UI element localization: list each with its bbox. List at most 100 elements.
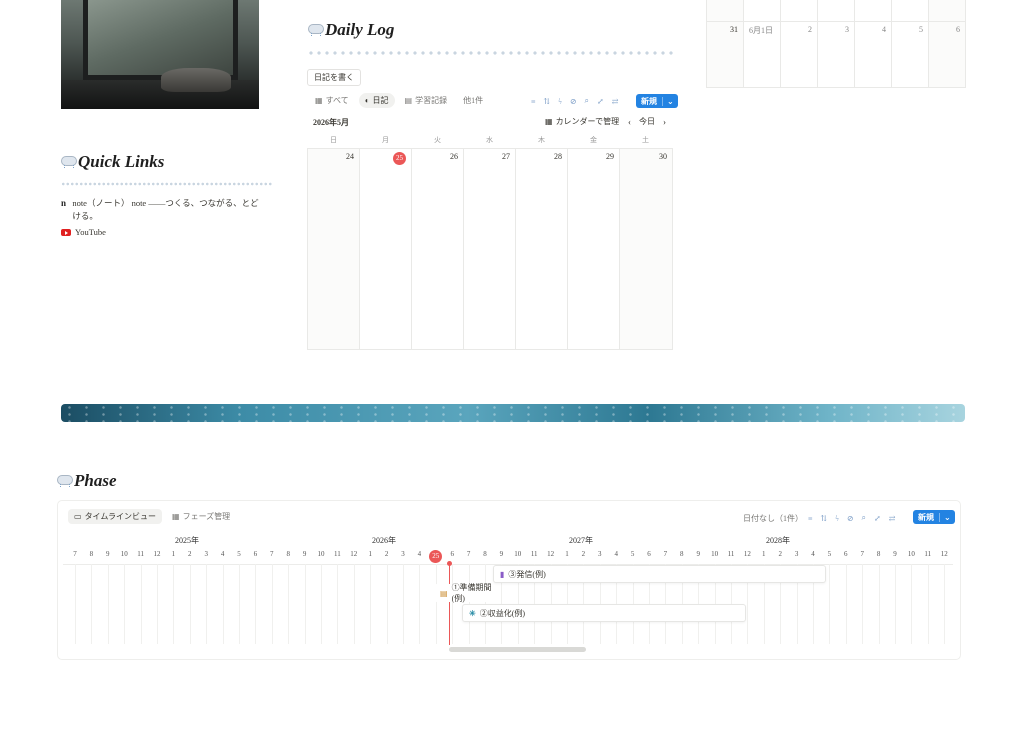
grid-line	[435, 564, 437, 644]
filter-icon[interactable]: ≡	[808, 514, 813, 523]
grid-line	[337, 564, 339, 644]
grid-line	[386, 564, 388, 644]
lightning-icon[interactable]: ϟ	[835, 514, 839, 523]
grid-line	[452, 564, 454, 644]
write-diary-button[interactable]: 日記を書く	[307, 69, 361, 86]
tab-diary[interactable]: ◐ 日記	[358, 93, 395, 108]
calendar-day[interactable]: 3	[818, 22, 855, 88]
settings-icon[interactable]: ⇄	[889, 514, 896, 523]
calendar-day[interactable]: 4	[855, 22, 892, 88]
chevron-right-icon[interactable]: ›	[663, 117, 666, 127]
link-note[interactable]: n note（ノート） note ――つくる、つながる、とどける。	[61, 197, 266, 223]
tab-all[interactable]: ▦ すべて	[309, 93, 355, 108]
month-tick: 10	[514, 550, 522, 558]
calendar-day[interactable]: 24	[308, 149, 360, 350]
month-tick: 1	[368, 550, 372, 558]
grid-line	[255, 564, 257, 644]
month-tick: 4	[614, 550, 618, 558]
month-tick: 1	[565, 550, 569, 558]
grid-line	[107, 564, 109, 644]
timeline-bar[interactable]: ▮ ③発信(例)	[493, 565, 826, 583]
calendar-day-today[interactable]: 25	[360, 149, 412, 350]
month-tick: 11	[137, 550, 144, 558]
chevron-down-icon[interactable]: ⌄	[939, 512, 955, 522]
settings-icon[interactable]: ⇄	[612, 97, 619, 106]
search-icon[interactable]: ⌕	[585, 96, 589, 106]
divider	[61, 182, 272, 186]
sort-icon[interactable]: ⇅	[544, 97, 551, 106]
month-tick: 7	[860, 550, 864, 558]
daily-log-tabs: ▦ すべて ◐ 日記 ▤ 学習記録 他1件	[309, 93, 489, 108]
month-tick: 8	[680, 550, 684, 558]
month-tick: 2	[581, 550, 586, 558]
calendar-day[interactable]: 28	[516, 149, 568, 350]
expand-icon[interactable]: ⤢	[874, 514, 881, 523]
month-tick: 6	[844, 550, 848, 558]
tab-timeline[interactable]: ▭ タイムラインビュー	[68, 509, 163, 524]
calendar-day[interactable]: 26	[412, 149, 464, 350]
grid-line	[304, 564, 306, 644]
calendar-day	[744, 0, 781, 22]
grid-line	[403, 564, 404, 644]
calendar-manage-button[interactable]: ▦ カレンダーで管理	[545, 116, 619, 127]
month-tick: 1	[762, 550, 766, 558]
note-icon: n	[61, 198, 67, 208]
calendar-day[interactable]: 31	[707, 22, 744, 88]
sort-icon[interactable]: ⇅	[821, 514, 828, 523]
month-tick: 10	[711, 550, 719, 558]
calendar-day[interactable]: 30	[620, 149, 673, 350]
grid-line	[288, 564, 290, 644]
calendar-day[interactable]: 2	[781, 22, 818, 88]
rain-cloud-icon	[60, 155, 77, 169]
month-tick: 8	[876, 550, 881, 558]
quick-links-heading: Quick Links	[60, 152, 164, 172]
expand-icon[interactable]: ⤢	[597, 97, 604, 106]
month-tick: 3	[401, 550, 405, 558]
timeline-scrollbar[interactable]	[449, 647, 586, 652]
new-button[interactable]: 新規 ⌄	[636, 94, 678, 108]
chevron-left-icon[interactable]: ‹	[628, 117, 631, 127]
lightning-icon[interactable]: ϟ	[558, 97, 562, 106]
month-tick: 12	[940, 550, 948, 558]
timeline-bar[interactable]: ✳ ②収益化(例)	[462, 604, 746, 622]
calendar-day[interactable]: 6	[929, 22, 966, 88]
tab-phase-manage[interactable]: ▦ フェーズ管理	[166, 509, 236, 524]
phase-toolbar: ≡ ⇅ ϟ ⊘ ⌕ ⤢ ⇄	[808, 513, 895, 523]
tab-more[interactable]: 他1件	[457, 93, 489, 108]
phase-tabs: ▭ タイムラインビュー ▦ フェーズ管理	[68, 509, 236, 524]
search-icon[interactable]: ⌕	[862, 513, 866, 523]
filter-icon[interactable]: ≡	[531, 97, 536, 106]
phone-icon: ▮	[500, 569, 505, 579]
calendar-day[interactable]: 27	[464, 149, 516, 350]
grid-line	[944, 564, 946, 644]
moon-icon: ◐	[364, 96, 370, 105]
link-youtube[interactable]: YouTube	[61, 226, 266, 239]
asterisk-icon: ✳	[469, 608, 476, 618]
rain-banner-image	[61, 404, 965, 422]
daily-calendar-grid: 24 25 26 27 28 29 30	[307, 148, 673, 350]
calendar-day[interactable]: 5	[892, 22, 929, 88]
book-icon: ▤	[440, 588, 448, 598]
phase-new-button[interactable]: 新規 ⌄	[913, 510, 955, 524]
chevron-down-icon[interactable]: ⌄	[662, 96, 678, 106]
timeline-bar[interactable]: ▤ ①準備期間(例)	[434, 583, 494, 603]
zoom-icon[interactable]: ⊘	[847, 514, 854, 523]
today-line	[449, 563, 450, 645]
month-tick: 9	[106, 550, 110, 558]
calendar-day[interactable]: 6月1日	[744, 22, 781, 88]
year-label: 2026年	[372, 536, 396, 545]
month-tick: 3	[204, 550, 208, 558]
grid-line	[140, 564, 142, 644]
no-date-button[interactable]: 日付なし（1件）	[743, 513, 803, 524]
month-tick: 3	[794, 550, 799, 558]
grid-line	[91, 564, 93, 644]
zoom-icon[interactable]: ⊘	[570, 97, 577, 106]
month-tick: 25	[428, 550, 444, 563]
grid-line	[895, 564, 896, 644]
calendar-day[interactable]: 29	[568, 149, 620, 350]
phase-heading: Phase	[56, 471, 117, 491]
calendar-icon: ▦	[315, 96, 323, 105]
month-tick: 10	[317, 550, 325, 558]
tab-study-log[interactable]: ▤ 学習記録	[399, 93, 454, 108]
today-button[interactable]: 今日	[639, 116, 655, 127]
